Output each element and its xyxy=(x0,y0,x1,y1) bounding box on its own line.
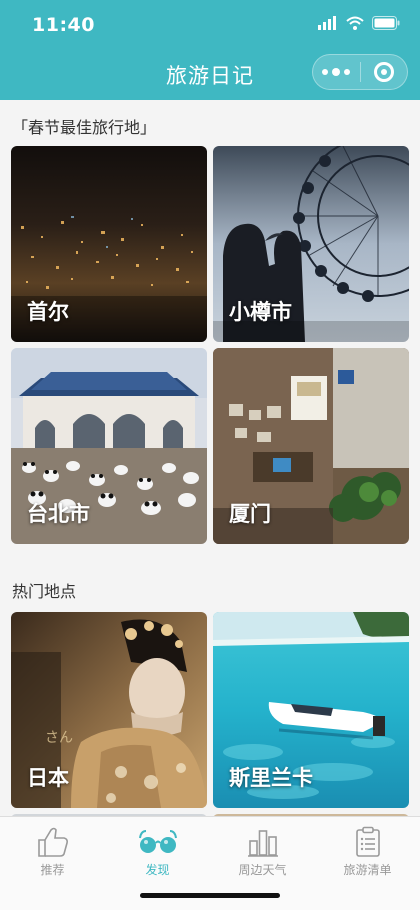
tab-label: 推荐 xyxy=(40,863,65,877)
destination-label: 斯里兰卡 xyxy=(229,766,313,790)
destination-label: 日本 xyxy=(27,766,69,790)
destination-card-japan[interactable]: さん 日本 xyxy=(11,612,207,808)
battery-icon xyxy=(372,16,400,30)
status-bar: 11:40 xyxy=(0,10,420,40)
more-menu-icon[interactable] xyxy=(313,55,360,89)
signal-icon xyxy=(318,16,336,30)
home-indicator xyxy=(140,893,280,898)
destination-label: 小樽市 xyxy=(229,300,292,324)
svg-text:さん: さん xyxy=(45,730,73,746)
destination-card-seoul[interactable]: 首尔 xyxy=(11,146,207,342)
tab-nearby-weather[interactable]: 周边天气 xyxy=(210,825,315,885)
destination-label: 台北市 xyxy=(27,502,90,526)
thumbs-up-icon xyxy=(37,827,68,857)
wifi-icon xyxy=(346,16,364,30)
mini-program-capsule xyxy=(312,54,408,90)
clipboard-list-icon xyxy=(355,826,380,857)
tab-label: 周边天气 xyxy=(238,863,287,877)
destination-label: 厦门 xyxy=(229,502,271,526)
tab-label: 旅游清单 xyxy=(343,863,392,877)
status-icons xyxy=(318,16,400,30)
section-title-hot: 热门地点 xyxy=(12,582,77,601)
glasses-icon xyxy=(138,830,177,853)
destination-card-xiamen[interactable]: 厦门 xyxy=(213,348,409,544)
discover-content: 「春节最佳旅行地」 首尔 小樽市 台北市 厦门 热门地点 さん 日本 斯里兰卡 xyxy=(0,100,420,816)
tab-label: 发现 xyxy=(145,863,170,877)
bar-chart-icon xyxy=(247,830,278,857)
app-header: 11:40 旅游日记 xyxy=(0,0,420,100)
destination-card-taipei[interactable]: 台北市 xyxy=(11,348,207,544)
destination-card-sri-lanka[interactable]: 斯里兰卡 xyxy=(213,612,409,808)
destination-label: 首尔 xyxy=(27,300,69,324)
section-title-spring: 「春节最佳旅行地」 xyxy=(12,118,157,137)
tab-travel-checklist[interactable]: 旅游清单 xyxy=(315,825,420,885)
destination-card-otaru[interactable]: 小樽市 xyxy=(213,146,409,342)
tab-discover[interactable]: 发现 xyxy=(105,825,210,885)
tab-recommend[interactable]: 推荐 xyxy=(0,825,105,885)
status-time: 11:40 xyxy=(32,14,95,36)
close-mini-program-icon[interactable] xyxy=(360,55,407,89)
